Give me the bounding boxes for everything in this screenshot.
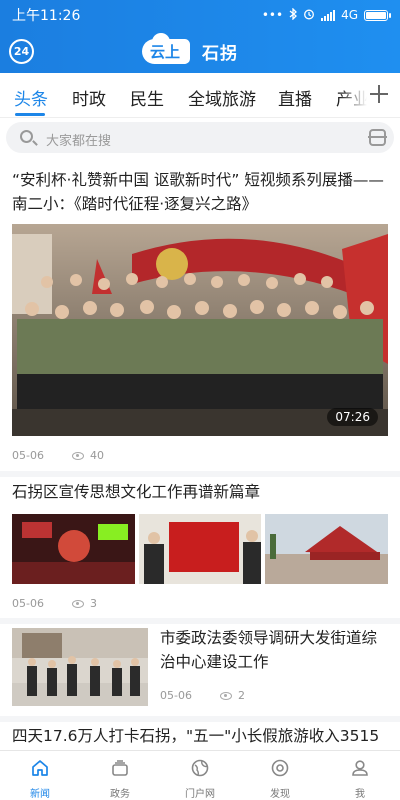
views-icon — [71, 451, 84, 460]
daily-news-icon[interactable]: 24 — [9, 39, 34, 64]
news-date: 05-06 — [12, 449, 44, 462]
video-duration: 07:26 — [327, 408, 378, 426]
notification-dots: ••• — [261, 8, 284, 22]
app-root: 上午11:26 ••• 4G 24 云上 石拐 头条 时政 民生 全域旅游 直播… — [0, 0, 400, 800]
views-icon — [219, 691, 232, 700]
news-meta: 05-06 3 — [12, 597, 97, 610]
battery-icon — [364, 9, 391, 21]
nav-government[interactable]: 政务 — [80, 751, 160, 800]
add-channel-icon[interactable] — [370, 85, 388, 103]
search-input[interactable]: 大家都在搜 — [6, 122, 394, 153]
nav-government-label: 政务 — [110, 789, 130, 800]
news-meta: 05-06 40 — [12, 449, 104, 462]
news-views: 3 — [89, 597, 97, 610]
bluetooth-icon — [289, 6, 298, 23]
tab-tourism[interactable]: 全域旅游 — [188, 85, 256, 110]
home-icon — [32, 760, 48, 776]
network-type: 4G — [341, 8, 358, 22]
search-icon — [20, 130, 33, 143]
bottom-nav: 新闻 政务 门户网 发现 我 — [0, 750, 400, 800]
news-title: 石拐区宣传思想文化工作再谱新篇章 — [12, 483, 261, 501]
video-thumbnail[interactable]: 07:26 — [12, 224, 388, 436]
nav-news-label: 新闻 — [30, 789, 50, 800]
tab-livelihood[interactable]: 民生 — [130, 85, 164, 110]
news-image — [12, 514, 135, 584]
signal-icon — [321, 9, 336, 21]
news-date: 05-06 — [12, 597, 44, 610]
news-image — [265, 514, 389, 584]
channel-tabs: 头条 时政 民生 全域旅游 直播 产业 — [0, 73, 400, 118]
tab-headlines[interactable]: 头条 — [14, 85, 48, 110]
nav-me[interactable]: 我 — [320, 751, 400, 800]
nav-portal[interactable]: 门户网 — [160, 751, 240, 800]
active-tab-indicator — [15, 113, 45, 116]
news-views: 2 — [237, 689, 245, 702]
news-meta: 05-06 2 — [160, 689, 245, 702]
news-image — [138, 514, 262, 584]
alarm-icon — [303, 8, 315, 23]
status-indicators: ••• 4G — [261, 6, 391, 23]
nav-me-label: 我 — [355, 789, 365, 800]
nav-discover[interactable]: 发现 — [240, 751, 320, 800]
compass-icon — [271, 759, 289, 777]
views-icon — [71, 599, 84, 608]
scan-icon[interactable] — [368, 129, 387, 146]
nav-news[interactable]: 新闻 — [0, 751, 80, 800]
news-views: 40 — [89, 449, 104, 462]
video-thumbnail-image — [12, 224, 388, 436]
news-date: 05-06 — [160, 689, 192, 702]
news-image[interactable] — [12, 628, 148, 706]
brand-name-text: 石拐 — [202, 43, 239, 64]
app-logo: 云上 石拐 — [142, 32, 239, 65]
news-item-video[interactable]: “安利杯·礼赞新中国 讴歌新时代” 短视频系列展播——南二小：《踏时代征程·逐复… — [0, 158, 400, 468]
nav-discover-label: 发现 — [270, 789, 290, 800]
news-item-text[interactable]: 四天17.6万人打卡石拐，"五一"小长假旅游收入3515 — [0, 722, 400, 750]
news-title: “安利杯·礼赞新中国 讴歌新时代” 短视频系列展播——南二小：《踏时代征程·逐复… — [12, 171, 384, 213]
search-area: 大家都在搜 — [0, 118, 400, 158]
app-header: 上午11:26 ••• 4G 24 云上 石拐 — [0, 0, 400, 73]
news-image-row[interactable] — [12, 514, 389, 584]
status-bar: 上午11:26 ••• 4G — [0, 0, 400, 30]
nav-portal-label: 门户网 — [185, 789, 215, 800]
news-title: 市委政法委领导调研大发街道综治中心建设工作 — [160, 629, 378, 671]
tab-politics[interactable]: 时政 — [72, 85, 106, 110]
globe-icon — [191, 759, 209, 777]
tab-live[interactable]: 直播 — [278, 85, 312, 110]
stack-icon — [112, 760, 128, 776]
user-icon — [352, 760, 368, 776]
news-feed: “安利杯·礼赞新中国 讴歌新时代” 短视频系列展播——南二小：《踏时代征程·逐复… — [0, 158, 400, 750]
status-time: 上午11:26 — [12, 8, 81, 24]
search-placeholder: 大家都在搜 — [46, 134, 112, 149]
brand-cloud-text: 云上 — [142, 32, 191, 64]
title-bar: 24 云上 石拐 — [0, 30, 400, 73]
news-title: 四天17.6万人打卡石拐，"五一"小长假旅游收入3515 — [12, 727, 380, 745]
